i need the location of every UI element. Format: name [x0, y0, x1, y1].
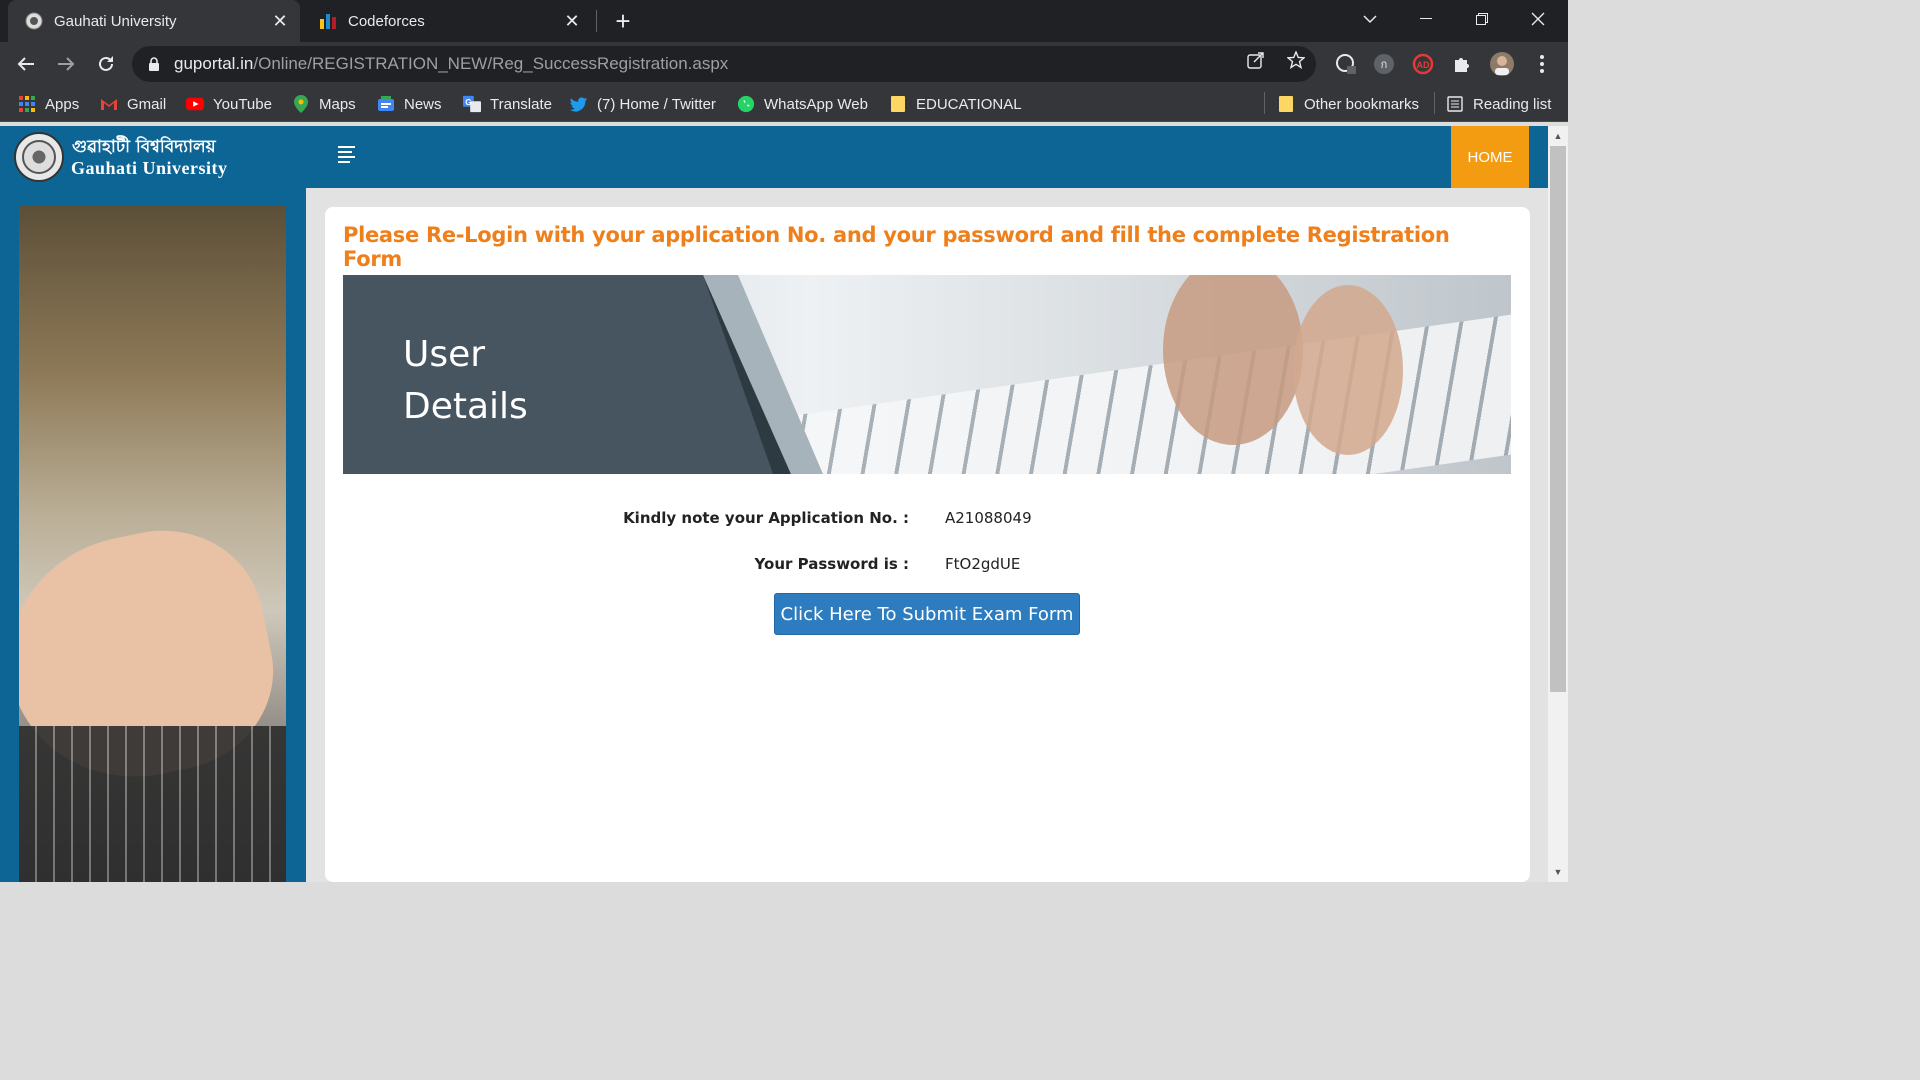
- bookmark-label: WhatsApp Web: [764, 95, 868, 113]
- user-details-banner: User Details: [343, 275, 1511, 474]
- browser-tab-strip: Gauhati University ✕ Codeforces ✕ +: [0, 0, 1568, 42]
- close-tab-icon[interactable]: ✕: [558, 7, 586, 35]
- application-number-value: A21088049: [945, 509, 1032, 527]
- tab-search-icon[interactable]: [1342, 0, 1398, 38]
- reading-list-icon: [1446, 95, 1464, 113]
- password-label: Your Password is :: [754, 555, 909, 573]
- bookmark-maps[interactable]: Maps: [292, 92, 356, 116]
- lock-icon[interactable]: [148, 56, 162, 72]
- tab-title: Gauhati University: [54, 12, 177, 30]
- svg-text:AD: AD: [1417, 60, 1430, 70]
- browser-toolbar: guportal.in/Online/REGISTRATION_NEW/Reg_…: [0, 42, 1568, 86]
- news-icon: [377, 95, 395, 113]
- sidebar: [0, 188, 306, 882]
- close-tab-icon[interactable]: ✕: [266, 7, 294, 35]
- extension-badge-icon[interactable]: ก: [1370, 50, 1398, 78]
- tab-title: Codeforces: [348, 12, 425, 30]
- bookmark-label: Translate: [490, 95, 552, 113]
- bookmark-label: EDUCATIONAL: [916, 95, 1022, 113]
- password-row: Your Password is : FtO2gdUE: [325, 555, 1530, 579]
- application-number-row: Kindly note your Application No. : A2108…: [325, 509, 1530, 533]
- twitter-bird-icon: [570, 95, 588, 113]
- sidebar-typing-image: [19, 206, 286, 882]
- restore-button[interactable]: [1454, 0, 1510, 38]
- bookmark-label: YouTube: [213, 95, 272, 113]
- tab-gauhati-university[interactable]: Gauhati University ✕: [8, 0, 300, 42]
- university-logo[interactable]: [14, 132, 64, 182]
- reload-icon[interactable]: [90, 48, 122, 80]
- site-header: গুৱাহাটী বিশ্ববিদ্যালয় Gauhati Universi…: [0, 126, 1548, 188]
- address-bar[interactable]: guportal.in/Online/REGISTRATION_NEW/Reg_…: [132, 46, 1316, 82]
- tab-codeforces[interactable]: Codeforces ✕: [302, 0, 592, 42]
- back-arrow-icon[interactable]: [10, 48, 42, 80]
- bookmarks-bar: Apps Gmail YouTube Maps News G Translate: [0, 86, 1568, 122]
- codeforces-bars-icon: [318, 11, 338, 31]
- svg-text:G: G: [465, 98, 471, 107]
- bookmark-label: Other bookmarks: [1304, 95, 1420, 113]
- svg-text:ก: ก: [1381, 59, 1388, 71]
- folder-icon: [1277, 95, 1295, 113]
- folder-icon: [889, 95, 907, 113]
- bookmark-gmail[interactable]: Gmail: [100, 92, 166, 116]
- adblock-icon[interactable]: AD: [1409, 50, 1437, 78]
- maps-pin-icon: [292, 95, 310, 113]
- extension-icon[interactable]: [1332, 50, 1360, 78]
- bookmark-label: News: [404, 95, 442, 113]
- url-text: guportal.in/Online/REGISTRATION_NEW/Reg_…: [174, 54, 729, 73]
- web-page: গুৱাহাটী বিশ্ববিদ্যালয় Gauhati Universi…: [0, 126, 1548, 882]
- brand-name-english: Gauhati University: [71, 158, 228, 178]
- scrollbar-thumb[interactable]: [1550, 146, 1566, 692]
- youtube-icon: [186, 95, 204, 113]
- password-value: FtO2gdUE: [945, 555, 1021, 573]
- bookmark-label: Maps: [319, 95, 356, 113]
- bookmark-youtube[interactable]: YouTube: [186, 92, 272, 116]
- close-window-button[interactable]: [1510, 0, 1566, 38]
- home-nav-button[interactable]: HOME: [1451, 126, 1529, 188]
- hamburger-menu-icon[interactable]: [338, 146, 358, 164]
- bookmark-twitter[interactable]: (7) Home / Twitter: [570, 92, 716, 116]
- bookmark-label: Reading list: [1473, 95, 1552, 113]
- bookmark-translate[interactable]: G Translate: [463, 92, 552, 116]
- bookmark-label: Apps: [45, 95, 80, 113]
- content-card: Please Re-Login with your application No…: [325, 207, 1530, 882]
- relogin-notice: Please Re-Login with your application No…: [343, 223, 1511, 282]
- scroll-down-arrow-icon[interactable]: ▼: [1548, 864, 1568, 880]
- application-number-label: Kindly note your Application No. :: [623, 509, 909, 527]
- new-tab-button[interactable]: +: [608, 6, 638, 36]
- bookmark-whatsapp[interactable]: WhatsApp Web: [737, 92, 868, 116]
- apps-grid-icon: [18, 95, 36, 113]
- bookmark-divider: [1434, 92, 1435, 114]
- gmail-icon: [100, 95, 118, 113]
- scroll-up-arrow-icon[interactable]: ▲: [1548, 128, 1568, 144]
- bookmark-news[interactable]: News: [377, 92, 442, 116]
- submit-exam-form-button[interactable]: Click Here To Submit Exam Form: [774, 593, 1080, 635]
- other-bookmarks-folder[interactable]: Other bookmarks: [1277, 92, 1419, 116]
- bookmark-apps[interactable]: Apps: [18, 92, 79, 116]
- university-seal-icon: [24, 11, 44, 31]
- share-icon[interactable]: [1246, 50, 1266, 70]
- translate-icon: G: [463, 95, 481, 113]
- banner-title: User Details: [403, 334, 528, 427]
- menu-kebab-icon[interactable]: [1528, 50, 1556, 78]
- tab-divider: [596, 10, 597, 32]
- profile-avatar-icon[interactable]: [1488, 50, 1516, 78]
- puzzle-extensions-icon[interactable]: [1448, 50, 1476, 78]
- bookmark-label: Gmail: [127, 95, 167, 113]
- forward-arrow-icon[interactable]: [50, 48, 82, 80]
- whatsapp-icon: [737, 95, 755, 113]
- reading-list-button[interactable]: Reading list: [1446, 92, 1551, 116]
- bookmark-star-icon[interactable]: [1286, 50, 1306, 70]
- bookmark-label: (7) Home / Twitter: [597, 95, 716, 113]
- bookmark-divider: [1264, 92, 1265, 114]
- minimize-button[interactable]: [1398, 0, 1454, 38]
- bookmark-folder-educational[interactable]: EDUCATIONAL: [889, 92, 1022, 116]
